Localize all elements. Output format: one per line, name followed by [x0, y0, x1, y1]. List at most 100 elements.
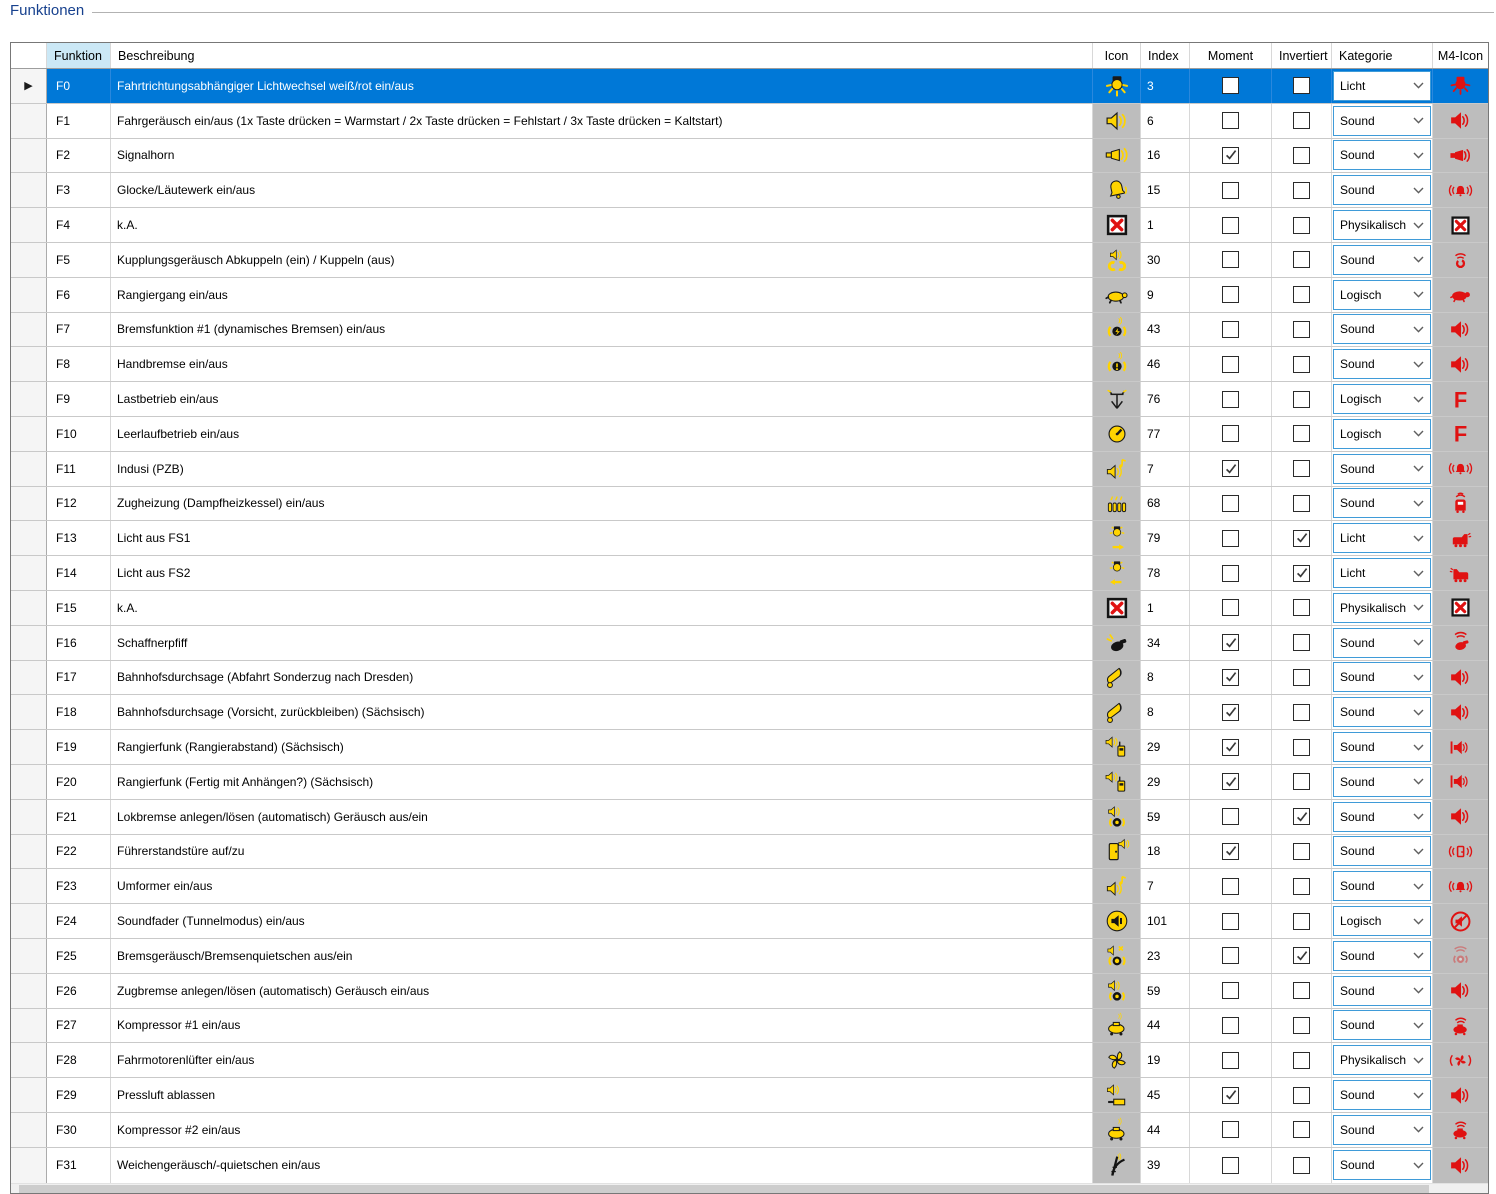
moment-checkbox[interactable] — [1222, 182, 1239, 199]
row-selector-cell[interactable]: ▶ — [11, 69, 47, 103]
row-selector-cell[interactable] — [11, 347, 47, 381]
kategorie-select[interactable]: Sound — [1333, 1080, 1431, 1110]
kategorie-select[interactable]: Sound — [1333, 732, 1431, 762]
kategorie-select[interactable]: Sound — [1333, 976, 1431, 1006]
table-row[interactable]: F26Zugbremse anlegen/lösen (automatisch)… — [11, 974, 1488, 1009]
moment-checkbox[interactable] — [1222, 878, 1239, 895]
moment-checkbox[interactable] — [1222, 356, 1239, 373]
row-selector-cell[interactable] — [11, 313, 47, 347]
kategorie-select[interactable]: Physikalisch — [1333, 593, 1431, 623]
table-row[interactable]: F10Leerlaufbetrieb ein/aus77LogischF — [11, 417, 1488, 452]
table-row[interactable]: F30Kompressor #2 ein/aus44Sound — [11, 1113, 1488, 1148]
moment-checkbox[interactable] — [1222, 599, 1239, 616]
table-row[interactable]: F7Bremsfunktion #1 (dynamisches Bremsen)… — [11, 313, 1488, 348]
invertiert-checkbox[interactable] — [1293, 391, 1310, 408]
table-row[interactable]: ▶F0Fahrtrichtungsabhängiger Lichtwechsel… — [11, 69, 1488, 104]
moment-checkbox[interactable] — [1222, 251, 1239, 268]
invertiert-checkbox[interactable] — [1293, 913, 1310, 930]
invertiert-checkbox[interactable] — [1293, 1087, 1310, 1104]
invertiert-checkbox[interactable] — [1293, 982, 1310, 999]
table-row[interactable]: F14Licht aus FS278Licht — [11, 556, 1488, 591]
invertiert-checkbox[interactable] — [1293, 425, 1310, 442]
kategorie-select[interactable]: Licht — [1333, 558, 1431, 588]
invertiert-checkbox[interactable] — [1293, 112, 1310, 129]
kategorie-select[interactable]: Sound — [1333, 349, 1431, 379]
moment-checkbox[interactable] — [1222, 112, 1239, 129]
table-row[interactable]: F25Bremsgeräusch/Bremsenquietschen aus/e… — [11, 939, 1488, 974]
moment-checkbox[interactable] — [1222, 495, 1239, 512]
row-selector-cell[interactable] — [11, 243, 47, 277]
kategorie-select[interactable]: Physikalisch — [1333, 210, 1431, 240]
moment-checkbox[interactable] — [1222, 1052, 1239, 1069]
moment-checkbox[interactable] — [1222, 286, 1239, 303]
table-row[interactable]: F17Bahnhofsdurchsage (Abfahrt Sonderzug … — [11, 661, 1488, 696]
invertiert-checkbox[interactable] — [1293, 704, 1310, 721]
table-row[interactable]: F1Fahrgeräusch ein/aus (1x Taste drücken… — [11, 104, 1488, 139]
kategorie-select[interactable]: Sound — [1333, 871, 1431, 901]
row-selector-cell[interactable] — [11, 1148, 47, 1183]
moment-checkbox[interactable] — [1222, 217, 1239, 234]
moment-checkbox[interactable] — [1222, 1157, 1239, 1174]
header-moment[interactable]: Moment — [1190, 43, 1272, 68]
row-selector-cell[interactable] — [11, 974, 47, 1008]
kategorie-select[interactable]: Sound — [1333, 1115, 1431, 1145]
row-selector-cell[interactable] — [11, 104, 47, 138]
header-icon[interactable]: Icon — [1093, 43, 1141, 68]
invertiert-checkbox[interactable] — [1293, 669, 1310, 686]
kategorie-select[interactable]: Sound — [1333, 767, 1431, 797]
moment-checkbox[interactable] — [1222, 808, 1239, 825]
table-row[interactable]: F24Soundfader (Tunnelmodus) ein/aus101Lo… — [11, 904, 1488, 939]
invertiert-checkbox[interactable] — [1293, 356, 1310, 373]
moment-checkbox[interactable] — [1222, 77, 1239, 94]
moment-checkbox[interactable] — [1222, 773, 1239, 790]
invertiert-checkbox[interactable] — [1293, 808, 1310, 825]
row-selector-cell[interactable] — [11, 173, 47, 207]
invertiert-checkbox[interactable] — [1293, 634, 1310, 651]
header-invertiert[interactable]: Invertiert — [1272, 43, 1332, 68]
invertiert-checkbox[interactable] — [1293, 599, 1310, 616]
moment-checkbox[interactable] — [1222, 530, 1239, 547]
kategorie-select[interactable]: Sound — [1333, 836, 1431, 866]
invertiert-checkbox[interactable] — [1293, 773, 1310, 790]
moment-checkbox[interactable] — [1222, 1017, 1239, 1034]
table-row[interactable]: F20Rangierfunk (Fertig mit Anhängen?) (S… — [11, 765, 1488, 800]
header-beschreibung[interactable]: Beschreibung — [111, 43, 1093, 68]
kategorie-select[interactable]: Physikalisch — [1333, 1045, 1431, 1075]
invertiert-checkbox[interactable] — [1293, 739, 1310, 756]
table-row[interactable]: F6Rangiergang ein/aus9Logisch — [11, 278, 1488, 313]
kategorie-select[interactable]: Logisch — [1333, 280, 1431, 310]
invertiert-checkbox[interactable] — [1293, 286, 1310, 303]
invertiert-checkbox[interactable] — [1293, 530, 1310, 547]
header-index[interactable]: Index — [1141, 43, 1190, 68]
table-row[interactable]: F5Kupplungsgeräusch Abkuppeln (ein) / Ku… — [11, 243, 1488, 278]
invertiert-checkbox[interactable] — [1293, 77, 1310, 94]
row-selector-cell[interactable] — [11, 835, 47, 869]
kategorie-select[interactable]: Logisch — [1333, 419, 1431, 449]
invertiert-checkbox[interactable] — [1293, 947, 1310, 964]
invertiert-checkbox[interactable] — [1293, 217, 1310, 234]
moment-checkbox[interactable] — [1222, 739, 1239, 756]
scrollbar-thumb[interactable] — [19, 1185, 1429, 1193]
invertiert-checkbox[interactable] — [1293, 878, 1310, 895]
row-selector-cell[interactable] — [11, 869, 47, 903]
header-funktion[interactable]: Funktion — [47, 43, 111, 68]
moment-checkbox[interactable] — [1222, 947, 1239, 964]
invertiert-checkbox[interactable] — [1293, 147, 1310, 164]
kategorie-select[interactable]: Sound — [1333, 106, 1431, 136]
table-row[interactable]: F31Weichengeräusch/-quietschen ein/aus39… — [11, 1148, 1488, 1183]
moment-checkbox[interactable] — [1222, 669, 1239, 686]
row-selector-cell[interactable] — [11, 521, 47, 555]
row-selector-cell[interactable] — [11, 800, 47, 834]
kategorie-select[interactable]: Sound — [1333, 175, 1431, 205]
moment-checkbox[interactable] — [1222, 634, 1239, 651]
moment-checkbox[interactable] — [1222, 147, 1239, 164]
row-selector-cell[interactable] — [11, 1078, 47, 1112]
row-selector-cell[interactable] — [11, 730, 47, 764]
row-selector-cell[interactable] — [11, 139, 47, 173]
kategorie-select[interactable]: Sound — [1333, 941, 1431, 971]
horizontal-scrollbar[interactable] — [11, 1183, 1488, 1193]
kategorie-select[interactable]: Sound — [1333, 245, 1431, 275]
row-selector-cell[interactable] — [11, 487, 47, 521]
row-selector-cell[interactable] — [11, 417, 47, 451]
moment-checkbox[interactable] — [1222, 843, 1239, 860]
